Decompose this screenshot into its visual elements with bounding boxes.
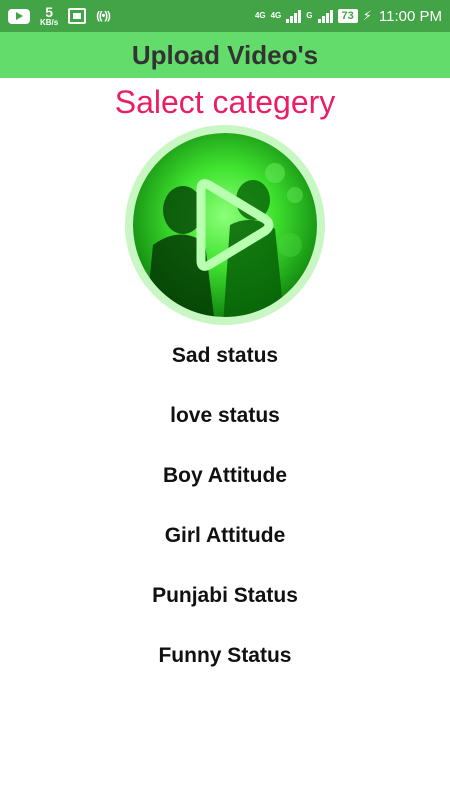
network-speed: 5 KB/s: [40, 5, 58, 27]
network-speed-value: 5: [45, 4, 54, 20]
app-title: Upload Video's: [131, 39, 319, 70]
category-funny-status[interactable]: Funny Status: [0, 626, 450, 686]
network-4g-label: 4G: [254, 11, 266, 20]
charging-icon: ⚡: [362, 8, 372, 23]
page-subtitle: Salect categery: [114, 84, 336, 120]
category-sad-status[interactable]: Sad status: [0, 326, 450, 386]
battery-icon: 73: [337, 9, 358, 23]
category-list: Sad status love status Boy Attitude Girl…: [0, 326, 450, 686]
screenshot-icon: [68, 8, 87, 24]
thumbnail-graphic: [125, 125, 325, 325]
category-girl-attitude[interactable]: Girl Attitude: [0, 506, 450, 566]
network-speed-unit: KB/s: [40, 18, 59, 27]
status-right: 4G 4G G 73 ⚡ 11:00 PM: [255, 0, 442, 32]
youtube-icon: [8, 8, 30, 24]
network-4g-small-label: 4G: [270, 11, 282, 20]
category-punjabi-status[interactable]: Punjabi Status: [0, 566, 450, 626]
network-g-label: G: [306, 11, 313, 20]
category-boy-attitude[interactable]: Boy Attitude: [0, 446, 450, 506]
category-love-status[interactable]: love status: [0, 386, 450, 446]
signal-icon-2: [317, 9, 333, 23]
app-bar: Upload Video's: [0, 32, 450, 78]
video-thumbnail[interactable]: [125, 125, 325, 325]
status-left: 5 KB/s ((•)): [8, 0, 111, 32]
signal-icon: [286, 9, 302, 23]
status-bar: 5 KB/s ((•)) 4G 4G G 73 ⚡ 11:00 PM: [0, 0, 450, 32]
hotspot-icon: ((•)): [96, 10, 110, 22]
status-time: 11:00 PM: [378, 7, 442, 25]
